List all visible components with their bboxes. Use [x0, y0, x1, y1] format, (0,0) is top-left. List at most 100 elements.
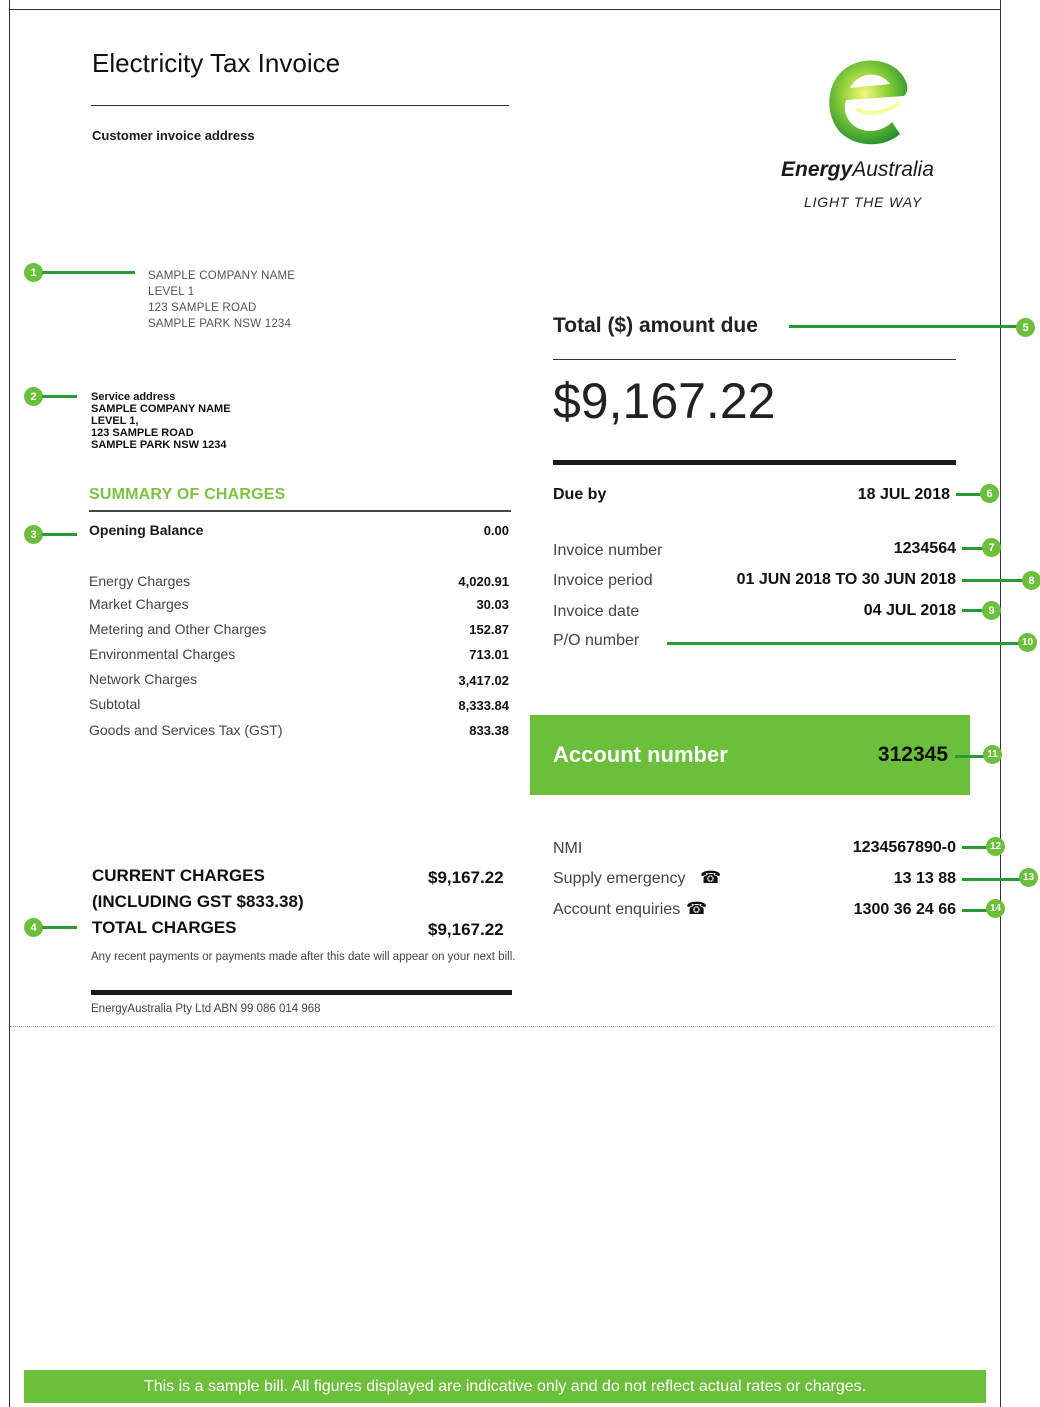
- charge-label: Subtotal: [89, 696, 141, 712]
- customer-address-line: SAMPLE PARK NSW 1234: [148, 318, 292, 330]
- account-enquiries-label: Account enquiries: [553, 901, 681, 918]
- marker-7: 7: [982, 538, 1001, 557]
- brand-bold: Energy: [781, 158, 853, 181]
- energyaustralia-logo-icon: [818, 52, 918, 152]
- page-border-top: [9, 9, 1001, 10]
- page-border-left: [9, 0, 10, 1407]
- charge-value: 152.87: [469, 622, 509, 637]
- marker-2: 2: [24, 387, 43, 406]
- page-separator: [10, 1026, 994, 1027]
- leader-line-14: [962, 909, 988, 912]
- summary-divider: [89, 510, 511, 512]
- opening-balance-value: 0.00: [483, 523, 509, 538]
- invoice-date-value: 04 JUL 2018: [863, 602, 956, 619]
- marker-11: 11: [983, 745, 1002, 764]
- customer-address-line: LEVEL 1: [148, 286, 195, 298]
- marker-5: 5: [1016, 318, 1035, 337]
- supply-emergency-value: 13 13 88: [893, 870, 956, 887]
- customer-address-line: 123 SAMPLE ROAD: [148, 302, 257, 314]
- brand-italic: Australia: [852, 158, 934, 181]
- marker-10: 10: [1018, 633, 1037, 652]
- total-charges-value: $9,167.22: [428, 920, 504, 939]
- service-address-line: LEVEL 1,: [91, 415, 139, 427]
- phone-icon: ☎: [700, 868, 722, 887]
- charge-value: 30.03: [476, 597, 509, 612]
- marker-9: 9: [982, 601, 1001, 620]
- charge-value: 3,417.02: [458, 673, 509, 688]
- invoice-period-value: 01 JUN 2018 TO 30 JUN 2018: [736, 571, 956, 588]
- leader-line-2: [42, 395, 77, 398]
- charge-label: Energy Charges: [89, 573, 191, 589]
- phone-icon: ☎: [686, 899, 708, 918]
- charge-label: Goods and Services Tax (GST): [89, 722, 283, 738]
- nmi-value: 1234567890-0: [852, 839, 956, 856]
- charge-label: Network Charges: [89, 671, 198, 687]
- leader-line-5: [789, 325, 1017, 328]
- invoice-number-label: Invoice number: [553, 542, 663, 559]
- customer-invoice-address-label: Customer invoice address: [92, 128, 255, 143]
- leader-line-12: [962, 846, 988, 849]
- account-number-label: Account number: [553, 742, 728, 767]
- amount-divider-top: [553, 359, 956, 360]
- charge-label: Metering and Other Charges: [89, 621, 267, 637]
- charge-value: 8,333.84: [458, 698, 509, 713]
- charge-label: Environmental Charges: [89, 646, 236, 662]
- leader-line-13: [962, 878, 1022, 881]
- brand-wordmark: EnergyAustralia: [781, 158, 934, 182]
- sample-bill-banner: This is a sample bill. All figures displ…: [24, 1370, 986, 1403]
- due-by-label: Due by: [553, 486, 607, 503]
- leader-line-6: [956, 493, 982, 496]
- marker-8: 8: [1022, 571, 1040, 590]
- invoice-date-label: Invoice date: [553, 603, 640, 620]
- marker-6: 6: [980, 484, 999, 503]
- charge-value: 713.01: [469, 647, 509, 662]
- leader-line-1: [42, 271, 135, 274]
- marker-12: 12: [986, 837, 1005, 856]
- charge-value: 4,020.91: [458, 574, 509, 589]
- due-by-value: 18 JUL 2018: [857, 486, 950, 503]
- current-charges-gst: (INCLUDING GST $833.38): [92, 892, 304, 911]
- marker-13: 13: [1019, 868, 1038, 887]
- account-enquiries-value: 1300 36 24 66: [853, 901, 956, 918]
- title-divider: [91, 105, 509, 106]
- page-border-right: [1000, 0, 1001, 1407]
- po-number-label: P/O number: [553, 632, 640, 649]
- service-address-line: SAMPLE PARK NSW 1234: [91, 439, 227, 451]
- charge-label: Market Charges: [89, 596, 189, 612]
- totals-divider: [91, 990, 512, 995]
- leader-line-10: [667, 642, 1023, 645]
- leader-line-3: [42, 533, 77, 536]
- service-address-line: SAMPLE COMPANY NAME: [91, 403, 231, 415]
- account-number-value: 312345: [877, 743, 948, 766]
- amount-divider-bottom: [553, 460, 956, 465]
- current-charges-label: CURRENT CHARGES: [92, 866, 265, 885]
- service-address-line: 123 SAMPLE ROAD: [91, 427, 194, 439]
- charge-value: 833.38: [469, 723, 509, 738]
- customer-address-block: SAMPLE COMPANY NAME LEVEL 1 123 SAMPLE R…: [148, 268, 295, 332]
- invoice-period-label: Invoice period: [553, 572, 653, 589]
- payments-note: Any recent payments or payments made aft…: [91, 951, 516, 963]
- marker-14: 14: [986, 899, 1005, 918]
- customer-address-line: SAMPLE COMPANY NAME: [148, 270, 296, 282]
- amount-due-value: $9,167.22: [553, 373, 776, 429]
- service-address-label: Service address: [91, 391, 176, 403]
- leader-line-7: [962, 547, 984, 550]
- marker-3: 3: [24, 525, 43, 544]
- service-address-block: Service address SAMPLE COMPANY NAME LEVE…: [91, 391, 231, 451]
- current-charges-value: $9,167.22: [428, 868, 504, 887]
- leader-line-9: [962, 609, 984, 612]
- brand-tagline: LIGHT THE WAY: [804, 194, 923, 210]
- invoice-title: Electricity Tax Invoice: [92, 48, 341, 78]
- leader-line-8: [962, 579, 1024, 582]
- leader-line-4: [42, 926, 77, 929]
- opening-balance-label: Opening Balance: [89, 522, 204, 538]
- marker-4: 4: [24, 918, 43, 937]
- nmi-label: NMI: [553, 840, 583, 857]
- amount-due-label: Total ($) amount due: [553, 314, 758, 337]
- summary-heading: SUMMARY OF CHARGES: [89, 486, 286, 503]
- supply-emergency-label: Supply emergency: [553, 870, 686, 887]
- leader-line-11: [955, 755, 985, 758]
- marker-1: 1: [24, 263, 43, 282]
- invoice-number-value: 1234564: [893, 540, 956, 557]
- abn-text: EnergyAustralia Pty Ltd ABN 99 086 014 9…: [91, 1003, 321, 1015]
